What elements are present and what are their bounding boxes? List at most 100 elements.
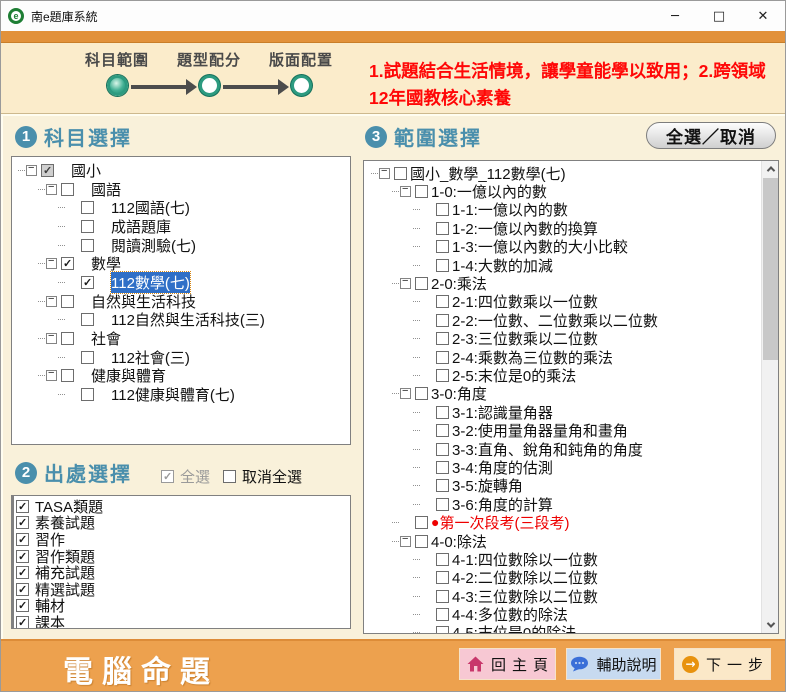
checkbox[interactable]: [436, 406, 449, 419]
next-step-button[interactable]: → 下一步: [674, 648, 771, 680]
collapse-icon[interactable]: [46, 370, 57, 381]
tree-item[interactable]: 成語題庫: [14, 217, 348, 236]
checkbox[interactable]: [16, 599, 29, 612]
close-button[interactable]: ✕: [741, 1, 785, 31]
tree-item[interactable]: 3-2:使用量角器量角和畫角: [366, 421, 761, 439]
checkbox[interactable]: [61, 257, 74, 270]
tree-item[interactable]: 3-6:角度的計算: [366, 495, 761, 513]
select-all-option[interactable]: 全選: [161, 466, 210, 487]
checkbox[interactable]: [436, 295, 449, 308]
tree-item-label[interactable]: 112健康與體育(七): [111, 384, 235, 405]
tree-item-label[interactable]: 閱讀測驗(七): [111, 235, 196, 256]
collapse-icon[interactable]: [46, 258, 57, 269]
checkbox[interactable]: [81, 351, 94, 364]
collapse-icon[interactable]: [46, 184, 57, 195]
tree-item[interactable]: 112國語(七): [14, 198, 348, 217]
checkbox[interactable]: [415, 387, 428, 400]
minimize-button[interactable]: ─: [653, 1, 697, 31]
checkbox[interactable]: [436, 498, 449, 511]
checkbox[interactable]: [394, 167, 407, 180]
tree-item[interactable]: 112社會(三): [14, 348, 348, 367]
checkbox[interactable]: [436, 369, 449, 382]
tree-item[interactable]: 閱讀測驗(七): [14, 236, 348, 255]
tree-item[interactable]: 1-1:一億以內的數: [366, 201, 761, 219]
checkbox[interactable]: [81, 220, 94, 233]
deselect-all-option[interactable]: 取消全選: [223, 466, 302, 487]
checkbox[interactable]: [81, 239, 94, 252]
tree-item-label[interactable]: 4-5:末位是0的除法: [452, 622, 576, 633]
tree-item[interactable]: 第一次段考(三段考): [366, 513, 761, 531]
tree-item[interactable]: 健康與體育: [14, 367, 348, 386]
checkbox[interactable]: [16, 500, 29, 513]
tree-item[interactable]: 國小_數學_112數學(七): [366, 164, 761, 182]
scrollbar-thumb[interactable]: [763, 178, 778, 360]
scrollbar-up-icon[interactable]: [762, 161, 779, 177]
tree-item[interactable]: 4-2:二位數除以二位數: [366, 569, 761, 587]
checkbox[interactable]: [415, 535, 428, 548]
help-button[interactable]: 輔助說明: [566, 648, 661, 680]
checkbox[interactable]: [436, 590, 449, 603]
source-item[interactable]: 課本: [16, 614, 348, 629]
scrollbar-down-icon[interactable]: [762, 617, 779, 633]
checkbox[interactable]: [81, 388, 94, 401]
checkbox[interactable]: [16, 616, 29, 629]
tree-item[interactable]: 112健康與體育(七): [14, 385, 348, 404]
checkbox[interactable]: [41, 164, 54, 177]
checkbox[interactable]: [61, 295, 74, 308]
source-item[interactable]: 輔材: [16, 598, 348, 615]
checkbox[interactable]: [436, 479, 449, 492]
checkbox[interactable]: [436, 222, 449, 235]
checkbox[interactable]: [16, 566, 29, 579]
source-item[interactable]: 素養試題: [16, 515, 348, 532]
tree-item[interactable]: 4-3:三位數除以二位數: [366, 587, 761, 605]
tree-item-label[interactable]: 112自然與生活科技(三): [111, 309, 265, 330]
collapse-icon[interactable]: [26, 165, 37, 176]
checkbox[interactable]: [16, 533, 29, 546]
checkbox[interactable]: [16, 550, 29, 563]
tree-item[interactable]: 1-4:大數的加減: [366, 256, 761, 274]
checkbox[interactable]: [436, 332, 449, 345]
tree-item[interactable]: 4-0:除法: [366, 532, 761, 550]
tree-item[interactable]: 2-4:乘數為三位數的乘法: [366, 348, 761, 366]
tree-item[interactable]: 3-0:角度: [366, 385, 761, 403]
tree-item[interactable]: 自然與生活科技: [14, 292, 348, 311]
collapse-icon[interactable]: [46, 296, 57, 307]
collapse-icon[interactable]: [46, 333, 57, 344]
deselect-all-checkbox[interactable]: [223, 470, 236, 483]
tree-item[interactable]: 112自然與生活科技(三): [14, 311, 348, 330]
checkbox[interactable]: [436, 571, 449, 584]
tree-item[interactable]: 1-0:一億以內的數: [366, 182, 761, 200]
source-item[interactable]: 精選試題: [16, 581, 348, 598]
checkbox[interactable]: [436, 608, 449, 621]
checkbox[interactable]: [61, 183, 74, 196]
collapse-icon[interactable]: [379, 168, 390, 179]
select-all-checkbox[interactable]: [161, 470, 174, 483]
checkbox[interactable]: [436, 240, 449, 253]
checkbox[interactable]: [61, 332, 74, 345]
tree-item[interactable]: 3-4:角度的估測: [366, 458, 761, 476]
checkbox[interactable]: [436, 461, 449, 474]
tree-item[interactable]: 4-5:末位是0的除法: [366, 624, 761, 633]
tree-item[interactable]: 2-1:四位數乘以一位數: [366, 293, 761, 311]
checkbox[interactable]: [61, 369, 74, 382]
checkbox[interactable]: [436, 259, 449, 272]
toggle-select-all-button[interactable]: 全選／取消: [646, 122, 776, 149]
checkbox[interactable]: [436, 443, 449, 456]
checkbox[interactable]: [415, 516, 428, 529]
checkbox[interactable]: [436, 626, 449, 633]
checkbox[interactable]: [436, 553, 449, 566]
tree-item[interactable]: 4-4:多位數的除法: [366, 605, 761, 623]
tree-item[interactable]: 國小: [14, 161, 348, 180]
checkbox[interactable]: [16, 583, 29, 596]
tree-item[interactable]: 1-3:一億以內數的大小比較: [366, 238, 761, 256]
checkbox[interactable]: [436, 424, 449, 437]
maximize-button[interactable]: □: [697, 1, 741, 31]
checkbox[interactable]: [436, 351, 449, 364]
tree-item[interactable]: 數學: [14, 254, 348, 273]
tree-item[interactable]: 國語: [14, 180, 348, 199]
tree-item[interactable]: 4-1:四位數除以一位數: [366, 550, 761, 568]
tree-item[interactable]: 社會: [14, 329, 348, 348]
collapse-icon[interactable]: [400, 388, 411, 399]
checkbox[interactable]: [415, 277, 428, 290]
tree-item[interactable]: 2-3:三位數乘以二位數: [366, 330, 761, 348]
